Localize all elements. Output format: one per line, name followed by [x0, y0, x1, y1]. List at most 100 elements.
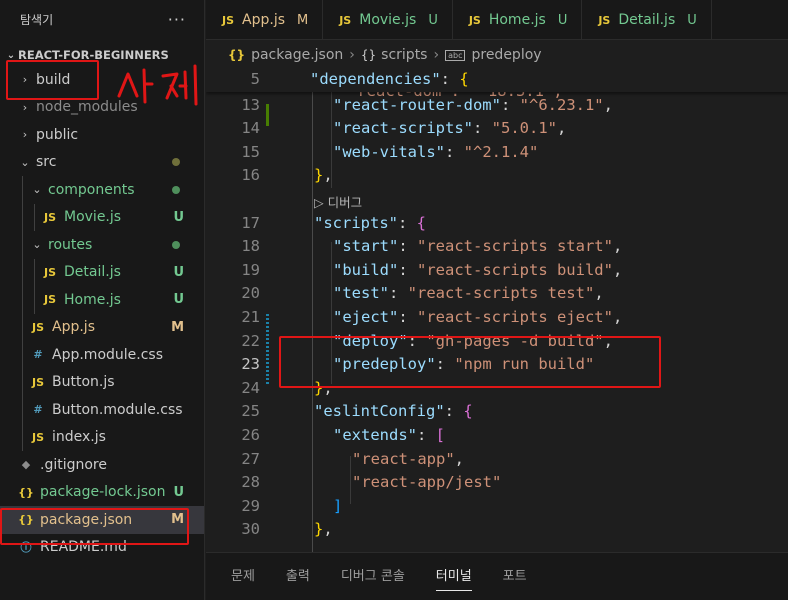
json-key: "scripts"	[314, 213, 398, 232]
object-icon: {}	[360, 48, 377, 62]
indent-guide	[34, 286, 35, 314]
json-string-value: "^6.23.1"	[519, 95, 604, 114]
breadcrumb-separator: ›	[349, 47, 355, 63]
file-tree-item[interactable]: JS index.js	[0, 423, 204, 451]
comma: ,	[612, 260, 623, 279]
editor-tab[interactable]: JS Home.js U	[453, 0, 583, 40]
json-key: "web-vitals"	[333, 142, 445, 161]
bracket: }	[314, 166, 324, 185]
editor-tab[interactable]: JS App.js M	[206, 0, 324, 40]
file-tree-item[interactable]: JS App.js M	[0, 313, 204, 341]
code-line: "extends": [	[333, 426, 446, 444]
tab-label: App.js	[242, 12, 285, 28]
editor-tab[interactable]: JS Movie.js U	[323, 0, 453, 40]
code-line: "react-scripts": "5.0.1",	[333, 119, 567, 138]
editor-tab[interactable]: JS Detail.js U	[582, 0, 712, 40]
json-key: "eject"	[333, 308, 399, 326]
annotation-box-build	[6, 60, 99, 100]
file-tree-item[interactable]: JS Movie.js U	[0, 203, 204, 231]
json-string-value: "react-scripts start"	[417, 237, 613, 256]
line-number: 20	[241, 284, 260, 303]
chevron-right-icon: ›	[22, 128, 28, 142]
line-number: 16	[241, 166, 260, 185]
tab-label: Detail.js	[618, 12, 676, 28]
json-key: "test"	[333, 284, 389, 303]
comma: ,	[556, 119, 567, 138]
indent-guide	[22, 231, 23, 259]
line-number: 19	[241, 260, 260, 279]
file-tree-item-label: Button.js	[52, 374, 115, 391]
code-line: "react-app",	[352, 448, 464, 472]
json-string-value: "react-scripts build"	[417, 260, 613, 279]
code-line: ]	[333, 495, 342, 519]
git-change-marker	[266, 104, 269, 126]
file-tree-item-label: index.js	[52, 429, 106, 446]
tab-status-badge: U	[428, 12, 438, 28]
chevron-down-icon: ⌄	[6, 49, 16, 61]
line-number: 28	[241, 473, 260, 492]
json-key: "start"	[333, 237, 399, 256]
file-tree-item-label: components	[48, 181, 135, 198]
git-status-badge: U	[173, 484, 184, 500]
code-line: "react-router-dom": "^6.23.1",	[333, 95, 613, 114]
file-tree-item[interactable]: ⌄ src	[0, 149, 204, 177]
file-tree-item[interactable]: {} package-lock.json U	[0, 479, 204, 507]
debug-codelens[interactable]: ▷ 디버그	[314, 192, 362, 211]
more-actions-icon[interactable]: ···	[168, 10, 186, 29]
file-tree-item-label: routes	[48, 236, 93, 253]
bracket: {	[463, 402, 473, 421]
js-file-icon: JS	[222, 13, 235, 27]
breadcrumb-file[interactable]: package.json	[251, 47, 343, 63]
code-editor[interactable]: "react-dom": "^18.3.1",13"react-router-d…	[206, 68, 788, 552]
bracket: }	[314, 520, 324, 539]
comma: ,	[323, 166, 333, 185]
code-line: "dependencies": {	[310, 68, 469, 92]
breadcrumb-scripts[interactable]: scripts	[381, 47, 427, 63]
line-number: 24	[241, 378, 260, 397]
tab-status-badge: U	[557, 12, 568, 28]
line-number: 25	[241, 402, 260, 421]
line-number: 21	[241, 308, 260, 326]
file-tree-item[interactable]: # App.module.css	[0, 341, 204, 369]
code-line: },	[314, 518, 333, 542]
json-key: "react-scripts"	[333, 119, 473, 138]
chevron-down-icon: ⌄	[32, 238, 42, 252]
panel-tab[interactable]: 디버그 콘솔	[341, 553, 405, 600]
editor-tabs: JS App.js M JS Movie.js U JS Home.js U JS Detail.j…	[206, 0, 788, 40]
js-file-icon: JS	[468, 13, 481, 27]
file-tree-item[interactable]: ⌄ routes	[0, 231, 204, 259]
js-file-icon: JS	[43, 210, 56, 224]
panel-tab[interactable]: 포트	[503, 553, 527, 600]
js-file-icon: JS	[43, 293, 56, 307]
file-tree-item[interactable]: JS Detail.js U	[0, 258, 204, 286]
panel-tab[interactable]: 출력	[286, 553, 310, 600]
css-file-icon: #	[33, 403, 43, 417]
modified-dot-icon	[172, 185, 180, 194]
code-line: "start": "react-scripts start",	[333, 237, 623, 256]
panel-tab[interactable]: 문제	[231, 553, 255, 600]
sticky-scroll-header[interactable]: 5 "dependencies": {	[206, 68, 788, 92]
file-tree-item[interactable]: JS Home.js U	[0, 286, 204, 314]
json-string-value: "react-scripts test"	[407, 284, 595, 303]
js-file-icon: JS	[31, 375, 44, 389]
code-line: "web-vitals": "^2.1.4"	[333, 142, 539, 161]
indent-guide	[22, 368, 23, 396]
file-tree-item[interactable]: › public	[0, 121, 204, 149]
file-tree-item[interactable]: ⌄ components	[0, 176, 204, 204]
chevron-down-icon: ⌄	[20, 155, 30, 169]
indent-guide	[34, 258, 35, 286]
code-line: "eslintConfig": {	[314, 402, 473, 421]
indent-guide	[22, 286, 23, 314]
js-file-icon: JS	[598, 13, 611, 27]
file-tree-item[interactable]: ◆ .gitignore	[0, 451, 204, 479]
file-tree-item[interactable]: # Button.module.css	[0, 396, 204, 424]
file-tree-item-label: App.module.css	[52, 346, 164, 363]
panel-tab[interactable]: 터미널	[435, 553, 472, 600]
colon: :	[440, 70, 460, 88]
handwritten-delete-note	[117, 64, 198, 106]
chevron-down-icon: ⌄	[32, 183, 42, 197]
js-file-icon: JS	[43, 265, 56, 279]
file-tree-item-label: public	[36, 126, 79, 143]
breadcrumb-predeploy[interactable]: predeploy	[471, 47, 541, 63]
file-tree-item[interactable]: JS Button.js	[0, 368, 204, 396]
